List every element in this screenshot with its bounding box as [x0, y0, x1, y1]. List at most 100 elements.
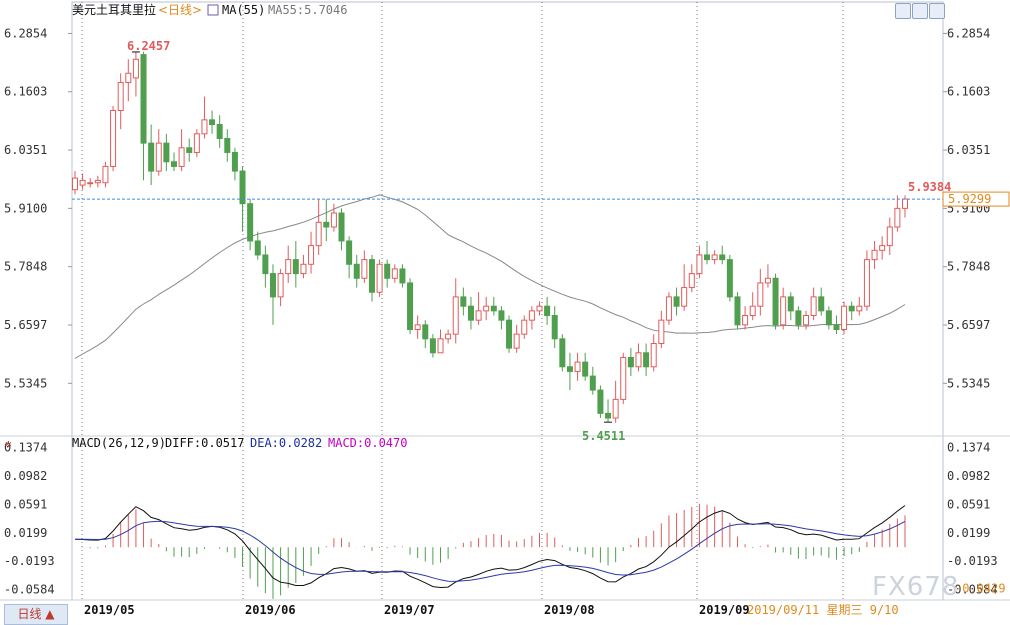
- candle-body: [163, 142, 170, 163]
- candle-body: [719, 254, 726, 261]
- last-price-label: 5.9299: [948, 192, 991, 206]
- candle-body: [361, 259, 368, 279]
- price-tick-label-left: 5.9100: [4, 201, 47, 215]
- macd-tick-label-right: 0.0199: [947, 526, 990, 540]
- candle-body: [681, 287, 688, 307]
- instrument-title: 美元土耳其里拉: [72, 2, 156, 17]
- candle-body: [490, 305, 497, 312]
- macd-name: MACD(26,12,9): [72, 436, 166, 450]
- candle-body: [407, 282, 414, 330]
- candle-body: [300, 263, 307, 275]
- candle-body: [871, 249, 878, 261]
- price-tick-label-left: 5.6597: [4, 318, 47, 332]
- macd-tick-label-right: 0.1374: [947, 441, 990, 455]
- candle-body: [787, 296, 794, 312]
- candle-body: [269, 273, 276, 298]
- candle-body: [170, 161, 177, 167]
- candle-body: [132, 58, 139, 79]
- macd-tick-label-left: -0.0584: [4, 583, 55, 597]
- candle-body: [658, 319, 665, 344]
- candle-body: [72, 177, 78, 191]
- candle-body: [506, 319, 513, 349]
- zoom-out-icon[interactable]: [912, 3, 928, 19]
- candle-body: [155, 142, 162, 172]
- low-annotation: 5.4511: [582, 429, 625, 443]
- candle-body: [79, 179, 86, 186]
- candle-body: [528, 310, 535, 321]
- candle-body: [772, 277, 779, 326]
- candle-body: [757, 282, 764, 307]
- high-annotation: 6.2457: [127, 39, 170, 53]
- price-tick-label-right: 5.7848: [947, 260, 990, 274]
- candle-body: [483, 305, 490, 312]
- candle-body: [193, 133, 200, 153]
- candle-body: [292, 259, 299, 275]
- candle-body: [285, 259, 292, 275]
- candle-body: [574, 361, 581, 372]
- candle-body: [247, 203, 254, 242]
- diff-line: [74, 505, 906, 589]
- candle-body: [178, 147, 185, 167]
- macd-tick-label-left: 0.0591: [4, 497, 47, 511]
- candle-body: [734, 296, 741, 326]
- candle-body: [87, 182, 94, 185]
- candle-body: [726, 259, 733, 298]
- candle-body: [688, 273, 695, 289]
- watermark: FX678: [872, 572, 960, 602]
- candle-body: [102, 165, 109, 184]
- candle-body: [559, 338, 566, 368]
- candle-body: [209, 119, 216, 126]
- date-label: 2019/09: [699, 603, 750, 617]
- candle-body: [437, 338, 444, 354]
- price-chart[interactable]: 6.2854 6.2854 6.1603 6.1603 6.0351 6.0351 5.91…: [0, 0, 1010, 625]
- candle-body: [673, 296, 680, 307]
- candle-body: [620, 356, 627, 400]
- date-label: 2019/07: [384, 603, 435, 617]
- period-selector-button[interactable]: 日线 ▲: [4, 604, 68, 625]
- candle-body: [818, 296, 825, 312]
- candle-body: [414, 324, 421, 331]
- candle-body: [742, 315, 749, 326]
- candle-body: [825, 310, 832, 326]
- candle-body: [498, 310, 505, 321]
- candle-body: [650, 342, 657, 368]
- candle-body: [582, 361, 589, 377]
- candle-body: [315, 221, 322, 247]
- candle-body: [879, 245, 886, 251]
- candle-body: [368, 259, 375, 293]
- price-tick-label-right: 6.2854: [947, 26, 990, 40]
- candle-body: [521, 319, 528, 335]
- chart-window: { "header": { "instrument": "美元土耳其里拉", "…: [0, 0, 1010, 625]
- candle-body: [536, 305, 543, 312]
- candle-body: [353, 263, 360, 279]
- price-tick-label-left: 5.7848: [4, 260, 47, 274]
- date-label: 2019/08: [544, 603, 595, 617]
- candle-body: [566, 366, 573, 372]
- candle-body: [665, 296, 672, 321]
- price-tick-label-left: 5.5345: [4, 376, 47, 390]
- close-icon[interactable]: [929, 3, 945, 19]
- candle-body: [597, 389, 604, 414]
- candle-body: [117, 82, 124, 112]
- macd-cursor-label: -0.0429: [955, 581, 1006, 595]
- candle-body: [330, 212, 337, 228]
- candle-body: [231, 151, 238, 172]
- macd-dea: DEA:0.0282: [250, 436, 322, 450]
- candle-body: [254, 240, 261, 256]
- candle-body: [833, 324, 840, 331]
- macd-macd: MACD:0.0470: [328, 436, 407, 450]
- candle-body: [863, 259, 870, 307]
- price-tick-label-left: 6.2854: [4, 26, 47, 40]
- macd-tick-label-left: 0.0199: [4, 526, 47, 540]
- candle-body: [308, 245, 315, 265]
- price-tick-label-right: 6.1603: [947, 85, 990, 99]
- candle-body: [110, 110, 117, 167]
- zoom-in-icon[interactable]: [895, 3, 911, 19]
- candle-body: [262, 254, 269, 275]
- candle-body: [429, 338, 436, 354]
- candle-body: [605, 412, 612, 419]
- candle-body: [848, 305, 855, 312]
- candle-body: [224, 137, 231, 153]
- candle-body: [704, 254, 711, 261]
- candle-body: [612, 398, 619, 419]
